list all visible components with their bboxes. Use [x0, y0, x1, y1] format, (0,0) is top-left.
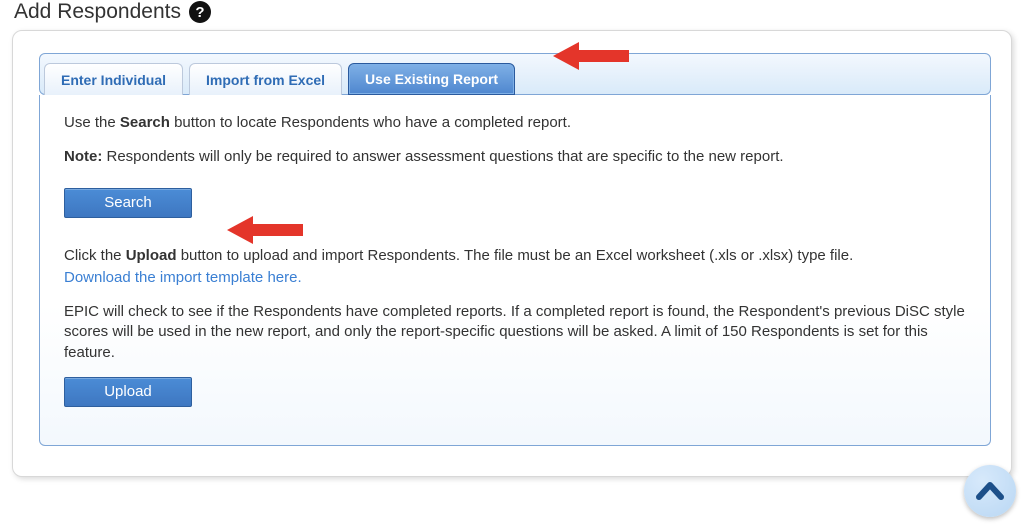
tab-enter-individual[interactable]: Enter Individual [44, 63, 183, 95]
text-fragment: button to upload and import Respondents.… [177, 247, 854, 264]
search-instruction-text: Use the Search button to locate Responde… [64, 113, 966, 133]
search-button[interactable]: Search [64, 188, 192, 218]
upload-button[interactable]: Upload [64, 377, 192, 407]
tab-strip: Enter Individual Import from Excel Use E… [39, 53, 991, 95]
tab-content: Use the Search button to locate Responde… [39, 95, 991, 446]
scroll-to-top-button[interactable] [964, 465, 1016, 517]
text-fragment-bold: Upload [126, 247, 177, 264]
text-fragment: button to locate Respondents who have a … [170, 114, 571, 131]
tab-use-existing-report[interactable]: Use Existing Report [348, 63, 515, 95]
text-fragment-bold: Search [120, 114, 170, 131]
note-text: Note: Respondents will only be required … [64, 147, 966, 167]
tab-import-from-excel[interactable]: Import from Excel [189, 63, 342, 95]
help-icon[interactable]: ? [189, 1, 211, 23]
text-fragment: Click the [64, 247, 126, 264]
page-title: Add Respondents [14, 0, 181, 24]
text-fragment: Use the [64, 114, 120, 131]
epic-note-text: EPIC will check to see if the Respondent… [64, 302, 966, 363]
add-respondents-panel: Enter Individual Import from Excel Use E… [12, 30, 1012, 477]
download-template-link[interactable]: Download the import template here. [64, 269, 302, 286]
note-label: Note: [64, 148, 102, 165]
chevron-up-icon [975, 480, 1005, 502]
note-body: Respondents will only be required to ans… [102, 148, 783, 165]
upload-instruction-text: Click the Upload button to upload and im… [64, 246, 966, 266]
